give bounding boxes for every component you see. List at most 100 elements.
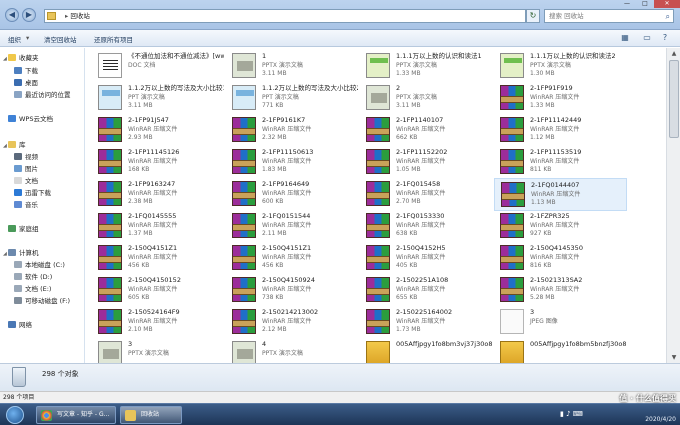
volume-icon[interactable]: ♪ [566,410,570,418]
file-item[interactable]: 2-150Q4150152 WinRAR 压缩文件 605 KB [92,274,225,307]
sidebar-item-drive-f[interactable]: 可移动磁盘 (F:) [14,296,70,307]
sidebar-item-xunlei[interactable]: 迅雷下载 [14,188,51,199]
sidebar-item-music[interactable]: 音乐 [14,200,38,211]
file-item[interactable]: 2 PPTX 演示文稿 3.11 MB [360,82,493,115]
sidebar-item-downloads[interactable]: 下载 [14,66,38,77]
file-item[interactable]: 2-1FP11145126 WinRAR 压缩文件 168 KB [92,146,225,179]
sidebar-item-drive-d[interactable]: 软件 (D:) [14,272,52,283]
sidebar-item-desktop[interactable]: 桌面 [14,78,38,89]
file-item[interactable]: 2-150Q4151Z1 WinRAR 压缩文件 456 KB [226,242,359,275]
file-item[interactable]: 1.1.2万以上数的写法及大小比较2 PPT 演示文稿 771 KB [226,82,359,115]
forward-button[interactable]: ▶ [22,8,36,22]
winrar-archive-icon [98,117,122,142]
sidebar-item-videos[interactable]: 视频 [14,152,38,163]
file-item[interactable]: 2-150225164002 WinRAR 压缩文件 1.73 MB [360,306,493,339]
file-name: 2-1FQ0145555 [128,212,177,220]
help-icon[interactable]: ? [660,33,670,43]
file-item[interactable]: 2-150Q4150924 WinRAR 压缩文件 738 KB [226,274,359,307]
address-bar[interactable]: ▸ 回收站 [44,9,526,23]
file-name: 1.1.1万以上数的认识和读法1 [396,52,482,60]
scroll-down-icon[interactable]: ▼ [667,352,680,363]
empty-bin-button[interactable]: 清空回收站 [44,34,77,44]
scrollbar-thumb[interactable] [669,60,679,138]
file-item[interactable]: 4 PPTX 演示文稿 [226,338,359,363]
expand-icon[interactable]: ◢ [3,56,7,62]
start-button[interactable] [6,406,24,424]
winrar-archive-icon [500,117,524,142]
file-size: 771 KB [262,102,284,109]
maximize-button[interactable]: □ [636,0,654,8]
sidebar-item-drive-e[interactable]: 文档 (E:) [14,284,51,295]
chevron-right-icon: ▸ [65,12,69,20]
search-input[interactable]: 搜索 回收站 ⌕ [544,9,674,23]
file-item[interactable]: 005Affjpgy1fo8bm5bnzfj30o819ipsb [494,338,627,363]
file-item[interactable]: 2-150214213002 WinRAR 压缩文件 2.12 MB [226,306,359,339]
file-size: 738 KB [262,294,284,301]
file-item[interactable]: 1.1.2万以上数的写法及大小比较1 PPT 演示文稿 3.11 MB [92,82,225,115]
file-item[interactable]: 1.1.1万以上数的认识和读法1 PPTX 演示文稿 1.33 MB [360,50,493,83]
sidebar-item-homegroup[interactable]: 家庭组 [8,224,39,235]
file-item[interactable]: 2-1FQ0144407 WinRAR 压缩文件 1.13 MB [494,178,627,211]
expand-icon[interactable]: ◢ [3,143,7,149]
file-item[interactable]: 2-150Q4152H5 WinRAR 压缩文件 405 KB [360,242,493,275]
file-item[interactable]: 2-1FZPR325 WinRAR 压缩文件 927 KB [494,210,627,243]
preview-pane-icon[interactable]: ▭ [642,33,652,43]
sidebar-item-documents[interactable]: 文档 [14,176,38,187]
file-name: 2-1FP11142449 [530,116,582,124]
file-item[interactable]: 2-1FQ015458 WinRAR 压缩文件 2.70 MB [360,178,493,211]
organize-menu[interactable]: 组织 [8,34,21,44]
scroll-up-icon[interactable]: ▲ [667,48,680,59]
file-item[interactable]: 2-150Q4151Z1 WinRAR 压缩文件 456 KB [92,242,225,275]
sidebar-item-favorites[interactable]: 收藏夹 [8,53,39,64]
file-item[interactable]: 2-1FP91F919 WinRAR 压缩文件 1.33 MB [494,82,627,115]
taskbar: 写文章 - 知乎 - G... 回收站 ▮ ♪ ⌨ 2020/4/20 [0,403,680,425]
input-method-icon[interactable]: ⌨ [573,410,583,418]
file-item[interactable]: 2-1FP9161K7 WinRAR 压缩文件 2.32 MB [226,114,359,147]
file-item[interactable]: 2-1FQ0145555 WinRAR 压缩文件 1.37 MB [92,210,225,243]
vertical-scrollbar[interactable]: ▲ ▼ [666,48,680,363]
file-item[interactable]: 2-1FQ0153330 WinRAR 压缩文件 638 KB [360,210,493,243]
file-type: PPTX 演示文稿 [396,62,437,69]
file-item[interactable]: 2-15021313SA2 WinRAR 压缩文件 5.28 MB [494,274,627,307]
file-item[interactable]: 2-1FP9163247 WinRAR 压缩文件 2.38 MB [92,178,225,211]
expand-icon[interactable]: ◢ [3,251,7,257]
file-item[interactable]: 2-150524164F9 WinRAR 压缩文件 2.10 MB [92,306,225,339]
file-item[interactable]: 3 JPEG 图像 [494,306,627,339]
sidebar-item-recent[interactable]: 最近访问的位置 [14,90,71,101]
sidebar-item-drive-c[interactable]: 本地磁盘 (C:) [14,260,65,271]
file-item[interactable]: 1 PPTX 演示文稿 3.11 MB [226,50,359,83]
taskbar-item-chrome[interactable]: 写文章 - 知乎 - G... [36,406,116,424]
file-item[interactable]: 2-1FP91J547 WinRAR 压缩文件 2.93 MB [92,114,225,147]
file-item[interactable]: 2-1FP11152202 WinRAR 压缩文件 1.05 MB [360,146,493,179]
file-item[interactable]: 2-1FP11153519 WinRAR 压缩文件 811 KB [494,146,627,179]
refresh-button[interactable]: ↻ [526,9,540,23]
file-item[interactable]: 3 PPTX 演示文稿 [92,338,225,363]
file-type: WinRAR 压缩文件 [262,126,312,133]
file-item[interactable]: 《不通位加法和不通位减法》[www.mianfeiwendang.com] DOC… [92,50,225,83]
file-item[interactable]: 005Affjpgy1fo8bm3vj37j30o819imza [360,338,493,363]
view-options-icon[interactable]: ▦ [620,33,630,43]
system-tray[interactable]: ▮ ♪ ⌨ [560,410,583,418]
network-tray-icon[interactable]: ▮ [560,410,564,418]
file-item[interactable]: 2-1FP9164649 WinRAR 压缩文件 600 KB [226,178,359,211]
file-item[interactable]: 1.1.1万以上数的认识和读法2 PPTX 演示文稿 1.30 MB [494,50,627,83]
minimize-button[interactable]: — [618,0,636,8]
sidebar-item-wps[interactable]: WPS云文档 [8,114,53,125]
file-item[interactable]: 2-1FQ0151544 WinRAR 压缩文件 2.11 MB [226,210,359,243]
file-size: 5.28 MB [530,294,555,301]
file-item[interactable]: 2-150Q4145350 WinRAR 压缩文件 816 KB [494,242,627,275]
sidebar-item-libraries[interactable]: 库 [8,140,26,151]
file-name: 3 [530,308,535,316]
sidebar-item-computer[interactable]: 计算机 [8,248,39,259]
back-button[interactable]: ◀ [5,8,19,22]
clock[interactable]: 2020/4/20 [645,405,676,424]
file-item[interactable]: 2-1FP1140107 WinRAR 压缩文件 662 KB [360,114,493,147]
restore-all-button[interactable]: 还原所有项目 [94,34,133,44]
file-item[interactable]: 2-1FP11150613 WinRAR 压缩文件 1.83 MB [226,146,359,179]
file-item[interactable]: 2-1FP11142449 WinRAR 压缩文件 1.12 MB [494,114,627,147]
sidebar-item-pictures[interactable]: 图片 [14,164,38,175]
taskbar-item-explorer[interactable]: 回收站 [120,406,182,424]
sidebar-item-network[interactable]: 网络 [8,320,32,331]
close-button[interactable]: ✕ [654,0,680,8]
file-item[interactable]: 2-1502251A108 WinRAR 压缩文件 655 KB [360,274,493,307]
